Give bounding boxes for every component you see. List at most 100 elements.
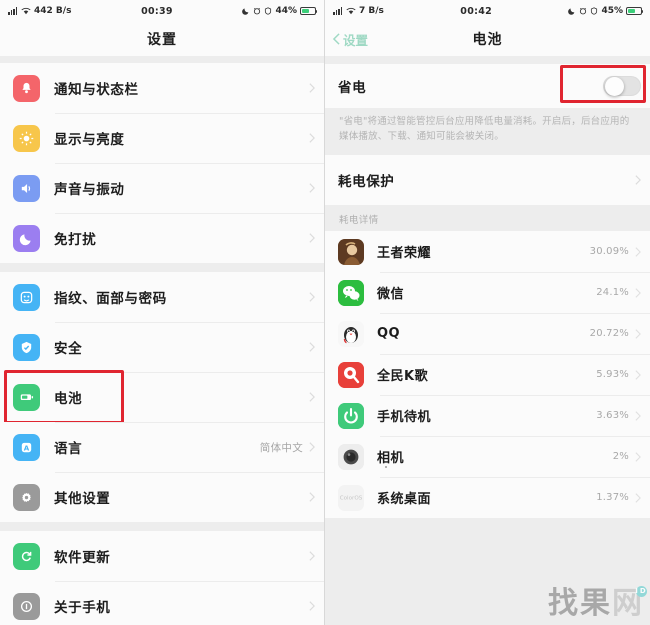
chevron-right-icon [309, 601, 315, 611]
sidebar-item-other-settings[interactable]: 其他设置 [0, 472, 324, 522]
watermark: 找果网 ID [548, 586, 648, 619]
qq-penguin-icon [338, 320, 364, 347]
app-row-karaoke[interactable]: 全民K歌 5.93% [325, 354, 650, 396]
sidebar-item-about-phone[interactable]: 关于手机 [0, 581, 324, 625]
chevron-right-icon [309, 292, 315, 302]
shield-icon [265, 7, 272, 15]
power-save-group: 省电 [325, 64, 650, 108]
power-protection-row[interactable]: 耗电保护 [325, 155, 650, 206]
watermark-badge: ID [635, 586, 648, 597]
settings-group-2: 指纹、面部与密码 安全 电池 A 语言 简体中文 其他设置 [0, 272, 324, 522]
settings-list[interactable]: 通知与状态栏 显示与亮度 声音与振动 免打扰 指纹、面部与密码 安全 电池 A … [0, 56, 324, 625]
nav-bar-right: 设置 电池 [325, 22, 650, 56]
battery-content[interactable]: 省电 "省电"将通过智能管控后台应用降低电量消耗。开启后，后台应用的媒体播放、下… [325, 56, 650, 625]
power-standby-icon [338, 402, 364, 429]
chevron-right-icon [635, 452, 641, 462]
back-button-label: 设置 [343, 32, 369, 48]
chevron-left-icon [333, 33, 340, 45]
shield-icon [591, 7, 598, 15]
settings-group-3: 软件更新 关于手机 [0, 531, 324, 625]
status-bar-left: 442 B/s 00:39 44% [0, 0, 324, 22]
refresh-update-icon [13, 542, 40, 570]
wechat-icon [338, 279, 364, 306]
app-row-wechat[interactable]: 微信 24.1% [325, 272, 650, 314]
detail-section-header: 耗电详情 [325, 205, 650, 232]
battery-percent-left: 44% [275, 6, 297, 16]
protection-group: 耗电保护 [325, 155, 650, 206]
sidebar-item-label: 通知与状态栏 [54, 82, 139, 98]
power-protection-label: 耗电保护 [338, 174, 395, 191]
chevron-right-icon [309, 83, 315, 93]
app-row-qq[interactable]: QQ 20.72% [325, 313, 650, 355]
svg-text:A: A [24, 443, 30, 452]
power-save-description: "省电"将通过智能管控后台应用降低电量消耗。开启后，后台应用的媒体播放、下载、通… [325, 108, 650, 156]
battery-screen: 7 B/s 00:42 45% 设置 电池 省电 "省电"将通过智能管控后台应用… [325, 0, 650, 625]
sidebar-item-notifications[interactable]: 通知与状态栏 [0, 63, 324, 113]
nav-bar-left: 设置 [0, 22, 324, 56]
app-name: QQ [377, 326, 401, 342]
chevron-right-icon [309, 492, 315, 502]
language-icon: A [13, 433, 40, 461]
sidebar-item-display[interactable]: 显示与亮度 [0, 113, 324, 163]
signal-bars-icon [8, 7, 18, 15]
battery-icon [13, 383, 40, 411]
wifi-icon [21, 7, 31, 15]
dual-screenshot: 442 B/s 00:39 44% 设置 通知与状态栏 显示与亮度 声音与振动 … [0, 0, 650, 625]
sidebar-item-battery[interactable]: 电池 [0, 370, 324, 424]
page-title-settings: 设置 [147, 32, 177, 48]
moon-icon [13, 224, 40, 252]
alarm-icon [580, 7, 587, 15]
info-icon [13, 592, 40, 620]
power-save-toggle[interactable] [603, 76, 641, 96]
battery-percent-right: 45% [601, 6, 623, 16]
chevron-right-icon [309, 133, 315, 143]
app-row-honor-of-kings[interactable]: 王者荣耀 30.09% [325, 231, 650, 273]
power-save-label: 省电 [338, 80, 367, 96]
sidebar-item-label: 安全 [54, 341, 83, 357]
app-row-standby[interactable]: 手机待机 3.63% [325, 395, 650, 437]
stray-dot-artifact [385, 466, 387, 469]
back-button[interactable]: 设置 [333, 22, 368, 56]
sidebar-item-value: 简体中文 [259, 441, 303, 454]
svg-text:ColorOS: ColorOS [340, 495, 363, 501]
sidebar-item-biometrics[interactable]: 指纹、面部与密码 [0, 272, 324, 322]
chevron-right-icon [635, 329, 641, 339]
sidebar-item-label: 声音与振动 [54, 182, 125, 198]
app-name: 全民K歌 [377, 369, 429, 385]
signal-bars-icon [333, 7, 343, 15]
app-name: 微信 [377, 287, 405, 303]
sidebar-item-do-not-disturb[interactable]: 免打扰 [0, 213, 324, 263]
sidebar-item-label: 免打扰 [54, 232, 97, 248]
chevron-right-icon [635, 247, 641, 257]
face-id-icon [13, 283, 40, 311]
page-title-battery: 电池 [472, 32, 503, 48]
app-percent: 2% [612, 451, 629, 463]
sidebar-item-software-update[interactable]: 软件更新 [0, 531, 324, 581]
app-name: 王者荣耀 [377, 246, 432, 262]
shield-check-icon [13, 333, 40, 361]
chevron-right-icon [635, 493, 641, 503]
sidebar-item-sound[interactable]: 声音与振动 [0, 163, 324, 213]
bell-icon [13, 74, 40, 102]
honor-of-kings-icon [338, 238, 364, 265]
network-speed-label: 442 B/s [34, 6, 72, 16]
app-row-camera[interactable]: 相机 2% [325, 436, 650, 478]
app-row-system-launcher[interactable]: ColorOS 系统桌面 1.37% [325, 477, 650, 519]
battery-icon-right [625, 7, 644, 15]
chevron-right-icon [309, 342, 315, 352]
sidebar-item-label: 其他设置 [54, 491, 111, 507]
alarm-icon [254, 7, 261, 15]
status-time-right: 00:42 [460, 5, 493, 17]
app-name: 手机待机 [377, 410, 432, 426]
app-percent: 5.93% [596, 369, 629, 381]
power-save-row[interactable]: 省电 [325, 64, 650, 108]
sidebar-item-language[interactable]: A 语言 简体中文 [0, 422, 324, 472]
sidebar-item-security[interactable]: 安全 [0, 322, 324, 372]
karaoke-icon [338, 361, 364, 388]
wifi-icon [346, 7, 356, 15]
sidebar-item-label: 指纹、面部与密码 [54, 291, 167, 307]
sidebar-item-label: 语言 [54, 441, 83, 457]
brightness-icon [13, 124, 40, 152]
chevron-right-icon [635, 411, 641, 421]
sidebar-item-label: 显示与亮度 [54, 132, 125, 148]
